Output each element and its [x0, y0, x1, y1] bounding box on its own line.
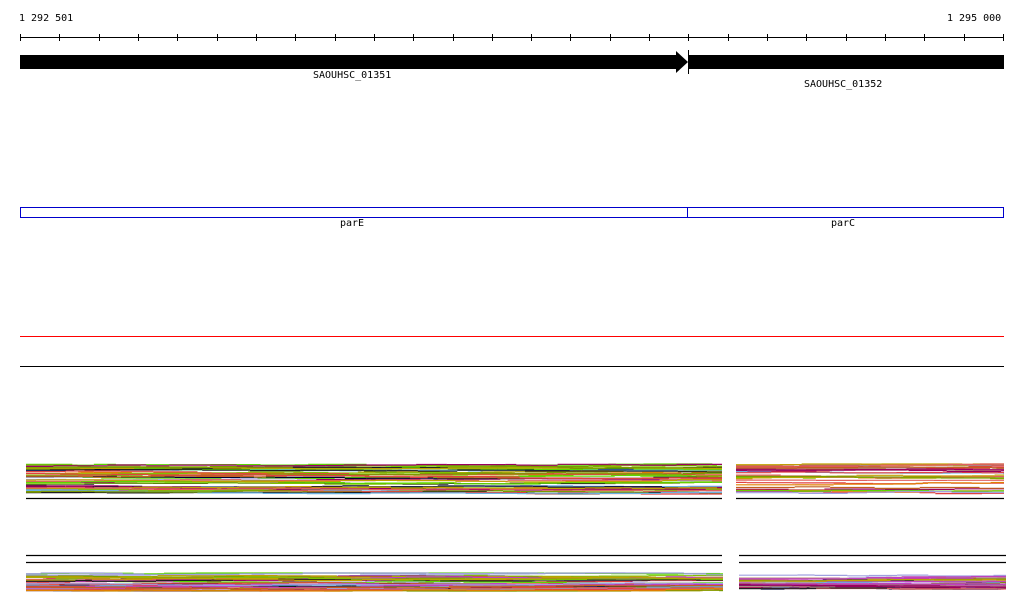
alignment-tracks	[26, 463, 1006, 592]
